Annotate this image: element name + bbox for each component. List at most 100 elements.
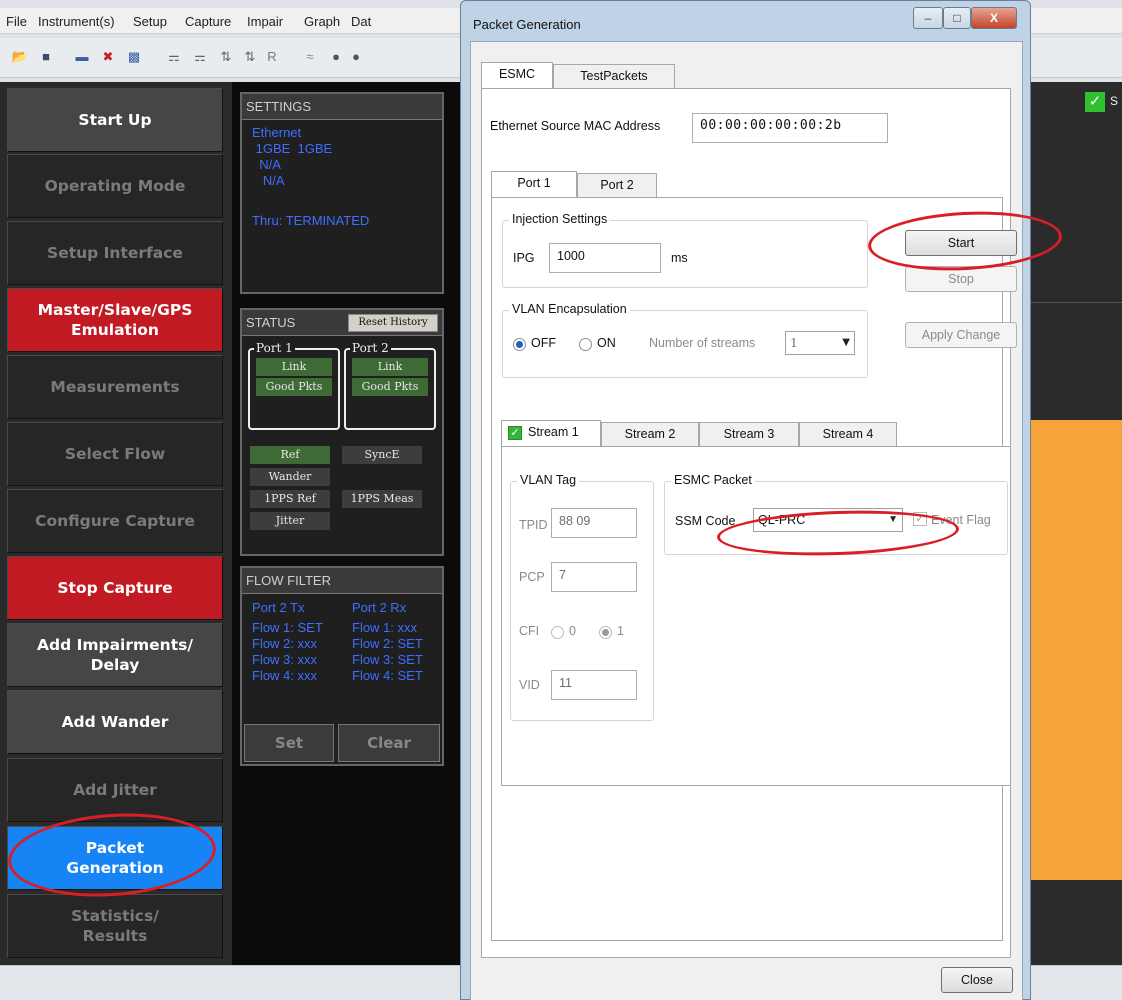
- tab-esmc[interactable]: ESMC: [481, 62, 553, 88]
- cfi-0-label: 0: [569, 624, 576, 638]
- streams-label: Number of streams: [649, 336, 756, 350]
- port1-good-led: Good Pkts: [256, 378, 332, 396]
- cfi-0-radio[interactable]: [551, 626, 564, 639]
- sidebar-item-add-jitter[interactable]: Add Jitter: [7, 758, 223, 822]
- flow-cell: Flow 4: xxx: [252, 668, 318, 683]
- flow-cell: Flow 2: xxx: [252, 636, 318, 651]
- vid-label: VID: [519, 678, 540, 692]
- tpid-field[interactable]: 88 09: [551, 508, 637, 538]
- maximize-button[interactable]: □: [943, 7, 971, 29]
- port2-good-led: Good Pkts: [352, 378, 428, 396]
- tab-stream3[interactable]: Stream 3: [699, 422, 799, 446]
- menu-file[interactable]: File: [6, 14, 27, 29]
- mac-address-field[interactable]: 00:00:00:00:00:2b: [692, 113, 888, 143]
- wave-icon[interactable]: ≈: [300, 48, 320, 66]
- check-icon: ✓: [1085, 92, 1105, 112]
- menu-data[interactable]: Dat: [351, 14, 371, 29]
- menu-graph[interactable]: Graph: [304, 14, 340, 29]
- sync2-icon[interactable]: ⇅: [240, 48, 260, 66]
- sidebar-item-setup-interface[interactable]: Setup Interface: [7, 221, 223, 285]
- menu-impair[interactable]: Impair: [247, 14, 283, 29]
- jitter-led: Jitter: [250, 512, 330, 530]
- reset-history-button[interactable]: Reset History: [348, 314, 438, 332]
- inf-icon[interactable]: ⚎: [164, 48, 184, 66]
- menu-instruments[interactable]: Instrument(s): [38, 14, 115, 29]
- sidebar-item-add-wander[interactable]: Add Wander: [7, 690, 223, 754]
- port1-tab-page: Injection Settings IPG 1000 ms Start Sto…: [491, 197, 1017, 941]
- sidebar-item-configure-capture[interactable]: Configure Capture: [7, 489, 223, 553]
- tab-stream4[interactable]: Stream 4: [799, 422, 897, 446]
- pps-ref-led: 1PPS Ref: [250, 490, 330, 508]
- tab-stream1[interactable]: ✓ Stream 1: [501, 420, 601, 446]
- port2-box: Port 2 Link Good Pkts: [344, 341, 436, 430]
- cfi-1-label: 1: [617, 624, 624, 638]
- vlan-tag-group: VLAN Tag TPID 88 09 PCP 7 CFI 0 1 VID 11: [510, 473, 654, 721]
- dot2-icon[interactable]: ●: [346, 48, 366, 66]
- tpid-label: TPID: [519, 518, 548, 532]
- sidebar-item-master-slave-gps-emulation[interactable]: Master/Slave/GPS Emulation: [7, 288, 223, 352]
- ssm-code-select[interactable]: QL-PRC ▼: [753, 508, 903, 532]
- vlan-on-radio[interactable]: [579, 338, 592, 351]
- stream1-tab-page: VLAN Tag TPID 88 09 PCP 7 CFI 0 1 VID 11: [501, 446, 1011, 786]
- vlan-tag-title: VLAN Tag: [517, 473, 580, 487]
- minimize-button[interactable]: –: [913, 7, 943, 29]
- settings-panel: SETTINGS Ethernet 1GBE 1GBE N/A N/A Thru…: [240, 92, 444, 294]
- open-icon[interactable]: 📂: [10, 48, 30, 66]
- sidebar-item-statistics-results[interactable]: Statistics/ Results: [7, 894, 223, 958]
- stream1-check-icon[interactable]: ✓: [508, 426, 522, 440]
- vlan-on-label: ON: [597, 336, 616, 350]
- flow-cell: Flow 1: xxx: [352, 620, 418, 635]
- cfi-label: CFI: [519, 624, 540, 638]
- menu-capture[interactable]: Capture: [185, 14, 231, 29]
- cnf-icon[interactable]: ⚎: [190, 48, 210, 66]
- vid-field[interactable]: 11: [551, 670, 637, 700]
- tab-testpackets[interactable]: TestPackets: [553, 64, 675, 88]
- streams-select[interactable]: 1 ▼: [785, 331, 855, 355]
- mac-label: Ethernet Source MAC Address: [490, 119, 661, 133]
- sidebar-item-select-flow[interactable]: Select Flow: [7, 422, 223, 486]
- esmc-packet-group: ESMC Packet SSM Code QL-PRC ▼ ✓ Event Fl…: [664, 473, 1008, 555]
- close-button[interactable]: Close: [941, 967, 1013, 993]
- tab-port2[interactable]: Port 2: [577, 173, 657, 197]
- flow-clear-button[interactable]: Clear: [338, 724, 440, 762]
- esmc-packet-title: ESMC Packet: [671, 473, 755, 487]
- save-icon[interactable]: ■: [36, 48, 56, 66]
- settings-line: Thru: TERMINATED: [252, 213, 370, 228]
- port-icon[interactable]: ▩: [124, 48, 144, 66]
- port1-link-led: Link: [256, 358, 332, 376]
- cfi-1-radio[interactable]: [599, 626, 612, 639]
- window-close-button[interactable]: X: [971, 7, 1017, 29]
- menu-setup[interactable]: Setup: [133, 14, 167, 29]
- start-button[interactable]: Start: [905, 230, 1017, 256]
- ipg-field[interactable]: 1000: [549, 243, 661, 273]
- link-icon[interactable]: ▬: [72, 48, 92, 66]
- sync-icon[interactable]: ⇅: [216, 48, 236, 66]
- stop-button[interactable]: Stop: [905, 266, 1017, 292]
- flow-set-button[interactable]: Set: [244, 724, 334, 762]
- pcp-field[interactable]: 7: [551, 562, 637, 592]
- sidebar-item-start-up[interactable]: Start Up: [7, 88, 223, 152]
- tab-stream2[interactable]: Stream 2: [601, 422, 699, 446]
- sidebar-item-operating-mode[interactable]: Operating Mode: [7, 154, 223, 218]
- ipg-label: IPG: [513, 251, 535, 265]
- sidebar-item-add-impairments-delay[interactable]: Add Impairments/ Delay: [7, 623, 223, 687]
- flow-filter-title: FLOW FILTER: [242, 568, 442, 594]
- apply-change-button[interactable]: Apply Change: [905, 322, 1017, 348]
- sidebar-item-stop-capture[interactable]: Stop Capture: [7, 556, 223, 620]
- chevron-down-icon: ▼: [842, 337, 850, 348]
- dialog-title: Packet Generation: [473, 17, 581, 32]
- disconnect-icon[interactable]: ✖: [98, 48, 118, 66]
- event-flag-checkbox[interactable]: ✓: [913, 512, 927, 526]
- sidebar-item-packet-generation[interactable]: Packet Generation: [7, 826, 223, 890]
- settings-line: N/A: [252, 173, 285, 188]
- tab-port1[interactable]: Port 1: [491, 171, 577, 197]
- r-icon[interactable]: R: [262, 48, 282, 66]
- port1-box: Port 1 Link Good Pkts: [248, 341, 340, 430]
- ssm-code-value: QL-PRC: [758, 513, 806, 527]
- sidebar-item-measurements[interactable]: Measurements: [7, 355, 223, 419]
- wander-led: Wander: [250, 468, 330, 486]
- vlan-enc-title: VLAN Encapsulation: [509, 302, 630, 316]
- dot-icon[interactable]: ●: [326, 48, 346, 66]
- vlan-off-radio[interactable]: [513, 338, 526, 351]
- streams-value: 1: [790, 335, 798, 350]
